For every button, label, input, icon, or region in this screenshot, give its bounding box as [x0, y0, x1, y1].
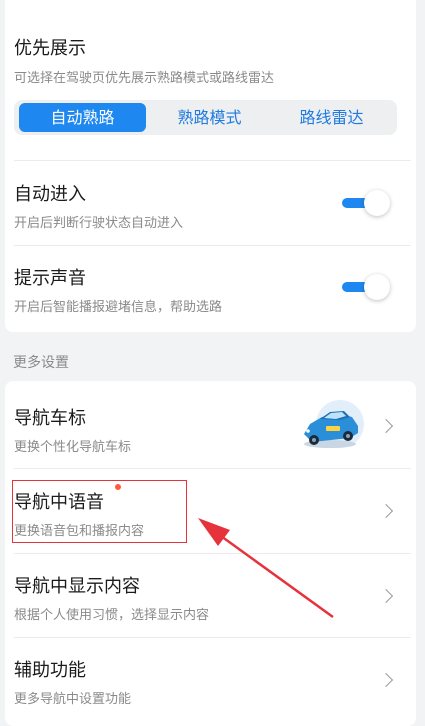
divider [14, 468, 411, 469]
car-icon [304, 400, 364, 448]
divider [14, 553, 411, 554]
divider [14, 160, 411, 161]
sound-toggle[interactable] [342, 272, 392, 302]
row-subtitle: 根据个人使用习惯，选择显示内容 [14, 608, 210, 623]
segment-familiar-mode[interactable]: 熟路模式 [146, 103, 273, 132]
priority-segmented-control: 自动熟路 熟路模式 路线雷达 [14, 100, 397, 135]
more-settings-label: 更多设置 [13, 355, 69, 371]
sound-title: 提示声音 [14, 268, 86, 289]
priority-subtitle: 可选择在驾驶页优先展示熟路模式或路线雷达 [14, 71, 275, 86]
annotation-highlight-box [12, 480, 187, 543]
divider [14, 637, 411, 638]
row-subtitle: 更多导航中设置功能 [14, 692, 132, 707]
divider [14, 245, 411, 246]
row-title: 导航中显示内容 [14, 576, 140, 597]
segment-auto-familiar[interactable]: 自动熟路 [19, 103, 146, 132]
row-subtitle: 更换个性化导航车标 [14, 440, 132, 455]
auto-enter-toggle[interactable] [342, 188, 392, 218]
toggle-knob [364, 190, 390, 216]
auto-enter-title: 自动进入 [14, 184, 86, 205]
priority-title: 优先展示 [14, 38, 86, 59]
row-title: 导航车标 [14, 408, 86, 429]
auto-enter-subtitle: 开启后判断行驶状态自动进入 [14, 216, 184, 231]
sound-subtitle: 开启后智能播报避堵信息，帮助选路 [14, 300, 223, 315]
row-title: 辅助功能 [14, 660, 86, 681]
toggle-knob [364, 274, 390, 300]
segment-route-radar[interactable]: 路线雷达 [268, 103, 395, 132]
